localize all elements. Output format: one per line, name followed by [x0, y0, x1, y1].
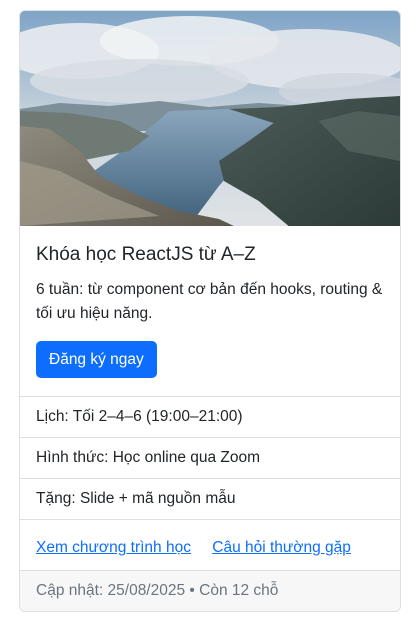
course-details-list: Lịch: Tối 2–4–6 (19:00–21:00) Hình thức:…: [20, 396, 400, 520]
course-image: [20, 11, 400, 226]
course-card: Khóa học ReactJS từ A–Z 6 tuần: từ compo…: [19, 10, 401, 612]
list-item: Lịch: Tối 2–4–6 (19:00–21:00): [20, 397, 400, 438]
list-item: Tặng: Slide + mã nguồn mẫu: [20, 479, 400, 520]
course-description: 6 tuần: từ component cơ bản đến hooks, r…: [36, 281, 383, 322]
card-body: Khóa học ReactJS từ A–Z 6 tuần: từ compo…: [20, 226, 400, 396]
card-links: Xem chương trình học Câu hỏi thường gặp: [20, 520, 400, 564]
faq-link[interactable]: Câu hỏi thường gặp: [212, 539, 351, 556]
curriculum-link[interactable]: Xem chương trình học: [36, 539, 191, 556]
card-footer: Cập nhật: 25/08/2025 • Còn 12 chỗ: [20, 570, 400, 611]
course-title: Khóa học ReactJS từ A–Z: [36, 244, 256, 265]
list-item: Hình thức: Học online qua Zoom: [20, 438, 400, 479]
register-button[interactable]: Đăng ký ngay: [36, 341, 157, 378]
